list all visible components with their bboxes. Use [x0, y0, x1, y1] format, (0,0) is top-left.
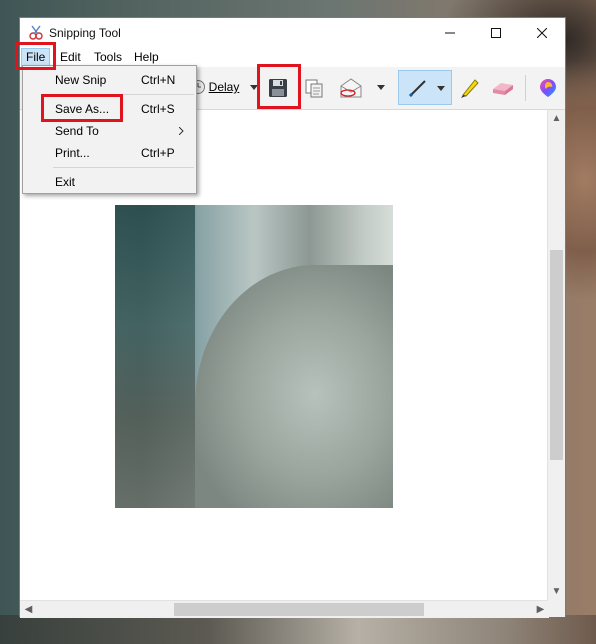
paint3d-icon [540, 79, 556, 97]
close-button[interactable] [519, 18, 565, 47]
highlight-save-button [257, 64, 301, 109]
pen-icon [408, 79, 426, 97]
snipping-tool-icon [29, 25, 43, 40]
menu-item-new-snip[interactable]: New Snip Ctrl+N [24, 69, 195, 91]
send-snip-dropdown-arrow[interactable] [374, 77, 388, 97]
chevron-right-icon [179, 127, 184, 135]
menu-item-label: Send To [55, 124, 99, 138]
menu-item-exit[interactable]: Exit [24, 171, 195, 193]
highlight-save-as [41, 94, 123, 122]
menu-help[interactable]: Help [130, 49, 163, 66]
copy-icon [305, 79, 323, 98]
scroll-left-icon[interactable]: ◀ [20, 601, 37, 618]
resize-grip[interactable] [548, 600, 565, 617]
menu-separator [53, 167, 194, 168]
eraser-button[interactable] [488, 73, 518, 103]
scroll-up-icon[interactable]: ▲ [548, 110, 565, 127]
edit-with-paint3d-button[interactable] [534, 73, 562, 103]
menu-item-label: New Snip [55, 73, 107, 87]
menu-item-shortcut: Ctrl+P [141, 146, 175, 160]
maximize-icon [491, 27, 501, 38]
send-snip-button[interactable] [336, 73, 366, 103]
pen-tool-button[interactable] [398, 70, 452, 105]
menu-tools[interactable]: Tools [90, 49, 126, 66]
menu-edit[interactable]: Edit [56, 49, 85, 66]
horizontal-scroll-thumb[interactable] [174, 603, 424, 616]
file-menu-dropdown: New Snip Ctrl+N Save As... Ctrl+S Send T… [22, 65, 197, 194]
menu-item-label: Exit [55, 175, 76, 189]
minimize-button[interactable] [427, 18, 473, 47]
horizontal-scrollbar[interactable]: ◀ ▶ [20, 600, 549, 618]
vertical-scrollbar[interactable]: ▲ ▼ [547, 110, 565, 600]
title-bar[interactable]: Snipping Tool [20, 18, 565, 47]
window-title: Snipping Tool [49, 26, 121, 40]
menu-item-shortcut: Ctrl+N [141, 73, 176, 87]
menu-item-print[interactable]: Print... Ctrl+P [24, 142, 195, 164]
vertical-scroll-thumb[interactable] [550, 250, 563, 460]
captured-snip-image [115, 205, 393, 508]
minimize-icon [445, 32, 455, 33]
toolbar-separator [525, 75, 526, 101]
caret-down-icon [437, 86, 445, 91]
maximize-button[interactable] [473, 18, 519, 47]
delay-button[interactable]: Delay [206, 77, 242, 97]
menu-item-shortcut: Ctrl+S [141, 102, 175, 116]
eraser-icon [493, 83, 513, 95]
menu-item-send-to[interactable]: Send To [24, 120, 195, 142]
copy-button[interactable] [300, 73, 328, 103]
scroll-right-icon[interactable]: ▶ [532, 601, 549, 618]
caret-down-icon [377, 84, 385, 90]
highlighter-button[interactable] [456, 73, 484, 103]
menu-item-label: Print... [55, 146, 90, 160]
highlight-file-menu [15, 42, 56, 70]
close-icon [537, 27, 547, 38]
scroll-down-icon[interactable]: ▼ [548, 583, 565, 600]
envelope-icon [340, 78, 362, 98]
highlighter-icon [461, 79, 479, 98]
